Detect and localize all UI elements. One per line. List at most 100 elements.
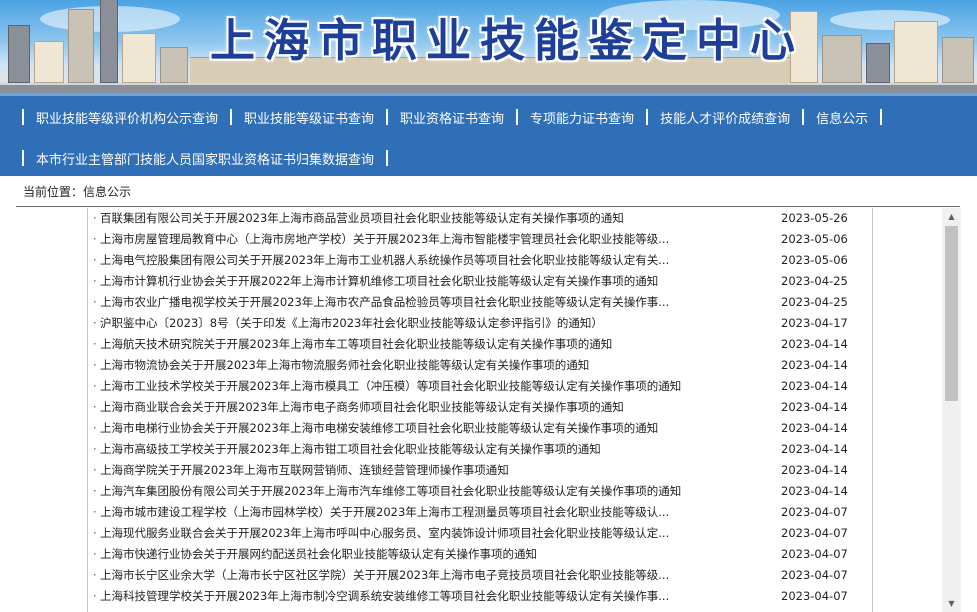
list-item[interactable]: · 上海市商业联合会关于开展2023年上海市电子商务师项目社会化职业技能等级认定有… [88, 397, 872, 418]
notice-title-link[interactable]: 上海商学院关于开展2023年上海市互联网营销师、连锁经营管理师操作事项通知 [100, 460, 694, 480]
notice-date: 2023-04-07 [781, 526, 848, 540]
nav-item-evaluation-agency-query[interactable]: 职业技能等级评价机构公示查询 [32, 108, 222, 127]
list-item[interactable]: · 百联集团有限公司关于开展2023年上海市商品营业员项目社会化职业技能等级认定有… [88, 208, 872, 229]
notice-title-link[interactable]: 上海市物流协会关于开展2023年上海市物流服务师社会化职业技能等级认定有关操作事… [100, 355, 694, 375]
bullet-icon: · [93, 211, 97, 225]
bullet-icon: · [93, 253, 97, 267]
nav-item-industry-certificate-data-query[interactable]: 本市行业主管部门技能人员国家职业资格证书归集数据查询 [32, 149, 378, 168]
nav-separator [880, 109, 883, 125]
skyline-building [8, 25, 30, 83]
list-item[interactable]: · 上海市农业广播电视学校关于开展2023年上海市农产品食品检验员等项目社会化职业… [88, 292, 872, 313]
notice-date: 2023-04-14 [781, 421, 848, 435]
skyline-building [160, 47, 188, 83]
nav-separator [22, 109, 24, 125]
list-item[interactable]: · 上海市计算机行业协会关于开展2022年上海市计算机维修工项目社会化职业技能等级… [88, 271, 872, 292]
notice-title-link[interactable]: 上海科技管理学校关于开展2023年上海市制冷空调系统安装维修工等项目社会化职业技… [100, 586, 694, 606]
notice-title-link[interactable]: 上海市快递行业协会关于开展网约配送员社会化职业技能等级认定有关操作事项的通知 [100, 544, 694, 564]
bullet-icon: · [93, 379, 97, 393]
skyline-building [866, 43, 890, 83]
skyline-building [122, 33, 156, 83]
notice-title-link[interactable]: 上海市计算机行业协会关于开展2022年上海市计算机维修工项目社会化职业技能等级认… [100, 271, 694, 291]
scroll-down-arrow-icon[interactable]: ▼ [942, 595, 961, 612]
notice-date: 2023-04-14 [781, 358, 848, 372]
scrollbar-thumb[interactable] [945, 226, 958, 401]
breadcrumb: 当前位置：信息公示 [16, 177, 960, 207]
list-item[interactable]: · 沪职鉴中心〔2023〕8号（关于印发《上海市2023年社会化职业技能等级认定参… [88, 313, 872, 334]
bullet-icon: · [93, 442, 97, 456]
bullet-icon: · [93, 484, 97, 498]
list-item[interactable]: · 上海市房屋管理局教育中心（上海市房地产学校）关于开展2023年上海市智能楼宇管… [88, 229, 872, 250]
list-item[interactable]: · 上海航天技术研究院关于开展2023年上海市车工等项目社会化职业技能等级认定有关… [88, 334, 872, 355]
notice-title-link[interactable]: 上海航天技术研究院关于开展2023年上海市车工等项目社会化职业技能等级认定有关操… [100, 334, 694, 354]
nav-row-primary: 职业技能等级评价机构公示查询 职业技能等级证书查询 职业资格证书查询 专项能力证… [14, 104, 977, 130]
list-item[interactable]: · 上海市高级技工学校关于开展2023年上海市钳工项目社会化职业技能等级认定有关操… [88, 439, 872, 460]
list-item[interactable]: · 上海现代服务业联合会关于开展2023年上海市呼叫中心服务员、室内装饰设计师项目… [88, 523, 872, 544]
list-item[interactable]: · 上海电气控股集团有限公司关于开展2023年上海市工业机器人系统操作员等项目社会… [88, 250, 872, 271]
skyline-building [942, 37, 974, 83]
notice-date: 2023-05-06 [781, 253, 848, 267]
notice-title-link[interactable]: 上海市长宁区业余大学（上海市长宁区社区学院）关于开展2023年上海市电子竞技员项… [100, 565, 694, 585]
nav-item-info-disclosure[interactable]: 信息公示 [812, 108, 872, 127]
bullet-icon: · [93, 589, 97, 603]
skyline-building [68, 9, 94, 83]
bullet-icon: · [93, 232, 97, 246]
skyline-building [822, 35, 862, 83]
nav-separator [386, 109, 389, 125]
list-item[interactable]: · 上海市工业技术学校关于开展2023年上海市模具工（冲压模）等项目社会化职业技能… [88, 376, 872, 397]
list-item[interactable]: · 上海市城市建设工程学校（上海市园林学校）关于开展2023年上海市工程测量员等项… [88, 502, 872, 523]
nav-separator [386, 150, 389, 166]
list-item[interactable]: · 上海汽车集团股份有限公司关于开展2023年上海市汽车维修工等项目社会化职业技能… [88, 481, 872, 502]
list-item[interactable]: · 上海市电梯行业协会关于开展2023年上海市电梯安装维修工项目社会化职业技能等级… [88, 418, 872, 439]
notice-title-link[interactable]: 上海市房屋管理局教育中心（上海市房地产学校）关于开展2023年上海市智能楼宇管理… [100, 229, 694, 249]
bullet-icon: · [93, 421, 97, 435]
bullet-icon: · [93, 274, 97, 288]
list-item[interactable]: · 上海市物流协会关于开展2023年上海市物流服务师社会化职业技能等级认定有关操作… [88, 355, 872, 376]
nav-separator [230, 109, 233, 125]
skyline-building [894, 21, 938, 83]
notice-title-link[interactable]: 上海市商业联合会关于开展2023年上海市电子商务师项目社会化职业技能等级认定有关… [100, 397, 694, 417]
list-scrollbar[interactable]: ▲ ▼ [942, 208, 961, 612]
list-item[interactable]: · 上海商学院关于开展2023年上海市互联网营销师、连锁经营管理师操作事项通知 20… [88, 460, 872, 481]
bullet-icon: · [93, 337, 97, 351]
notice-title-link[interactable]: 上海电气控股集团有限公司关于开展2023年上海市工业机器人系统操作员等项目社会化… [100, 250, 694, 270]
notice-title-link[interactable]: 百联集团有限公司关于开展2023年上海市商品营业员项目社会化职业技能等级认定有关… [100, 208, 694, 228]
list-item[interactable]: · 上海市长宁区业余大学（上海市长宁区社区学院）关于开展2023年上海市电子竞技员… [88, 565, 872, 586]
scroll-up-arrow-icon[interactable]: ▲ [942, 208, 961, 225]
nav-item-skill-level-certificate-query[interactable]: 职业技能等级证书查询 [240, 108, 378, 127]
nav-separator [802, 109, 805, 125]
road-strip [0, 83, 977, 93]
notice-date: 2023-04-07 [781, 547, 848, 561]
nav-item-special-ability-certificate-query[interactable]: 专项能力证书查询 [526, 108, 638, 127]
notice-date: 2023-05-26 [781, 211, 848, 225]
notice-title-link[interactable]: 上海市工业技术学校关于开展2023年上海市模具工（冲压模）等项目社会化职业技能等… [100, 376, 694, 396]
bullet-icon: · [93, 400, 97, 414]
nav-separator [646, 109, 649, 125]
nav-item-evaluation-score-query[interactable]: 技能人才评价成绩查询 [656, 108, 794, 127]
list-item[interactable]: · 上海科技管理学校关于开展2023年上海市制冷空调系统安装维修工等项目社会化职业… [88, 586, 872, 607]
nav-item-qualification-certificate-query[interactable]: 职业资格证书查询 [396, 108, 508, 127]
notice-date: 2023-04-17 [781, 316, 848, 330]
notice-title-link[interactable]: 上海汽车集团股份有限公司关于开展2023年上海市汽车维修工等项目社会化职业技能等… [100, 481, 694, 501]
notice-date: 2023-05-06 [781, 232, 848, 246]
notice-date: 2023-04-25 [781, 295, 848, 309]
notice-date: 2023-04-14 [781, 379, 848, 393]
notice-title-link[interactable]: 上海市高级技工学校关于开展2023年上海市钳工项目社会化职业技能等级认定有关操作… [100, 439, 694, 459]
header-banner: 上海市职业技能鉴定中心 [0, 0, 977, 93]
nav-row-secondary: 本市行业主管部门技能人员国家职业资格证书归集数据查询 [14, 145, 977, 171]
notice-title-link[interactable]: 上海市电梯行业协会关于开展2023年上海市电梯安装维修工项目社会化职业技能等级认… [100, 418, 694, 438]
breadcrumb-text: 当前位置：信息公示 [23, 185, 132, 199]
skyline-building [100, 0, 118, 83]
list-item[interactable]: · 上海市快递行业协会关于开展网约配送员社会化职业技能等级认定有关操作事项的通知 2… [88, 544, 872, 565]
skyline-building [34, 41, 64, 83]
notice-date: 2023-04-14 [781, 442, 848, 456]
notice-title-link[interactable]: 上海市农业广播电视学校关于开展2023年上海市农产品食品检验员等项目社会化职业技… [100, 292, 694, 312]
notice-title-link[interactable]: 沪职鉴中心〔2023〕8号（关于印发《上海市2023年社会化职业技能等级认定参评… [100, 313, 694, 333]
notice-date: 2023-04-14 [781, 463, 848, 477]
bullet-icon: · [93, 358, 97, 372]
notice-title-link[interactable]: 上海市城市建设工程学校（上海市园林学校）关于开展2023年上海市工程测量员等项目… [100, 502, 694, 522]
notice-date: 2023-04-14 [781, 484, 848, 498]
notice-date: 2023-04-07 [781, 589, 848, 603]
notice-date: 2023-04-25 [781, 274, 848, 288]
bullet-icon: · [93, 526, 97, 540]
notice-title-link[interactable]: 上海现代服务业联合会关于开展2023年上海市呼叫中心服务员、室内装饰设计师项目社… [100, 523, 694, 543]
